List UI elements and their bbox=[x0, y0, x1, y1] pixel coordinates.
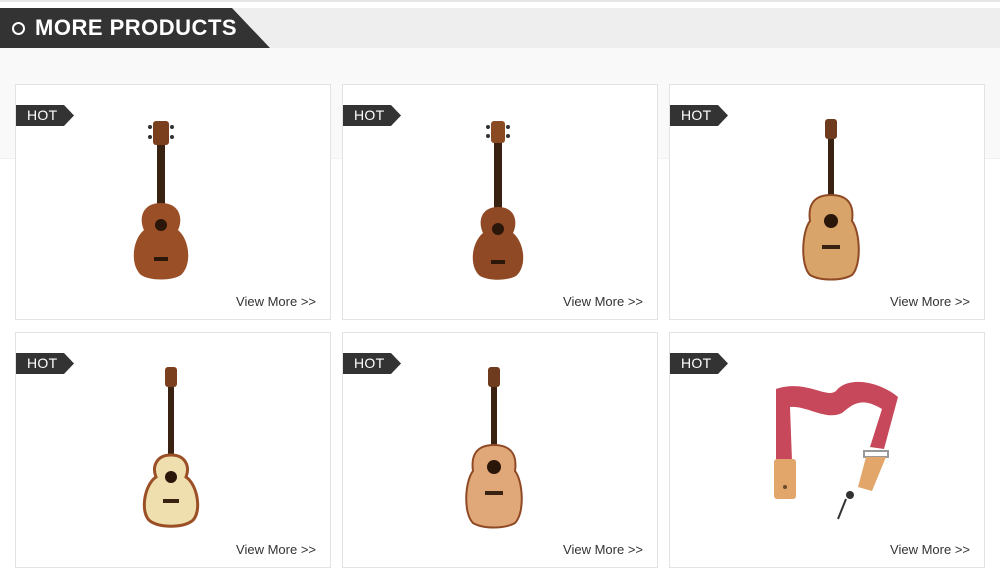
product-card[interactable]: HOT View More >> bbox=[15, 84, 331, 320]
product-card[interactable]: HOT View More >> bbox=[342, 332, 658, 568]
view-more-link[interactable]: View More >> bbox=[563, 542, 643, 557]
hot-badge: HOT bbox=[343, 105, 401, 126]
section-header: MORE PRODUCTS bbox=[0, 8, 270, 48]
hot-badge: HOT bbox=[670, 105, 728, 126]
guitar-strap-image bbox=[774, 381, 898, 520]
top-divider bbox=[0, 0, 1000, 2]
ukulele-image bbox=[133, 121, 189, 280]
hot-badge: HOT bbox=[670, 353, 728, 374]
product-card[interactable]: HOT View More >> bbox=[669, 84, 985, 320]
view-more-link[interactable]: View More >> bbox=[890, 294, 970, 309]
hot-badge: HOT bbox=[343, 353, 401, 374]
view-more-link[interactable]: View More >> bbox=[890, 542, 970, 557]
product-card[interactable]: HOT View More >> bbox=[15, 332, 331, 568]
hot-badge: HOT bbox=[16, 105, 74, 126]
section-title: MORE PRODUCTS bbox=[35, 15, 238, 40]
view-more-link[interactable]: View More >> bbox=[236, 294, 316, 309]
guitar-image bbox=[802, 119, 860, 281]
guitar-image bbox=[142, 367, 200, 528]
view-more-link[interactable]: View More >> bbox=[236, 542, 316, 557]
hot-badge: HOT bbox=[16, 353, 74, 374]
product-card[interactable]: HOT View More >> bbox=[669, 332, 985, 568]
ring-icon bbox=[12, 21, 25, 35]
view-more-link[interactable]: View More >> bbox=[563, 294, 643, 309]
product-card[interactable]: HOT View More >> bbox=[342, 84, 658, 320]
ukulele-image bbox=[472, 121, 524, 280]
guitar-image bbox=[465, 367, 523, 529]
